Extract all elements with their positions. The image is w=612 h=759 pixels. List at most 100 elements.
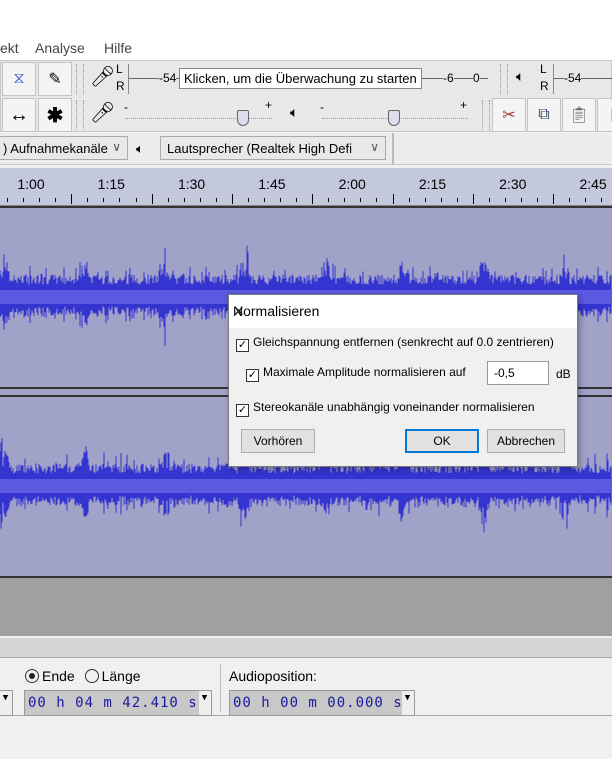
dropdown-arrow-icon[interactable]: ▼ [199, 691, 211, 715]
timeline-ruler[interactable]: 1:00 1:15 1:30 1:45 2:00 2:15 2:30 2:45 [0, 168, 612, 206]
menu-effekt[interactable]: ekt [0, 40, 19, 56]
slider-max-label: + [265, 98, 273, 112]
ruler-label: 2:45 [579, 176, 607, 192]
speaker-icon: 🔈︎ [136, 141, 144, 156]
ruler-tick [55, 198, 57, 202]
copy-button[interactable]: ⧉ [527, 98, 561, 132]
toolbar-grip[interactable] [500, 64, 508, 94]
menu-bar: ekt Analyse Hilfe [0, 36, 612, 60]
divider [220, 664, 221, 712]
radio-selected-icon [25, 669, 39, 683]
meter-tick: 0 [473, 71, 480, 85]
checkmark-icon: ✓ [236, 404, 249, 417]
timeshift-tool-button[interactable]: ↔ [2, 98, 36, 132]
ruler-tick [119, 198, 121, 202]
draw-tool-button[interactable]: ✎ [38, 62, 72, 96]
multi-tool-button[interactable]: ✱ [38, 98, 72, 132]
record-volume-slider[interactable] [126, 118, 272, 119]
ruler-tick [296, 198, 298, 202]
monitoring-tooltip[interactable]: Klicken, um die Überwachung zu starten [179, 68, 422, 89]
playback-volume-thumb[interactable] [388, 110, 400, 126]
ruler-tick [199, 198, 201, 202]
meter-tick: -6 [443, 71, 454, 85]
radio-unselected-icon [84, 669, 99, 683]
ruler-tick [424, 198, 426, 202]
ruler-label: 1:30 [177, 176, 206, 192]
ruler-tick [569, 198, 571, 202]
ruler-tick [135, 198, 137, 202]
divider [392, 133, 394, 165]
ruler-tick [71, 194, 73, 204]
ruler-tick [488, 198, 490, 202]
dropdown-arrow-icon[interactable]: ▼ [0, 691, 12, 715]
chevron-down-icon: ∨ [370, 140, 379, 154]
preview-button[interactable]: Vorhören [241, 429, 315, 453]
scissors-icon: ✂ [502, 107, 516, 124]
playback-device-select[interactable]: Lautsprecher (Realtek High Defi ∨ [160, 136, 386, 160]
paste-button[interactable]: 📋︎ [562, 98, 596, 132]
ruler-tick [264, 198, 266, 202]
ruler-tick [151, 194, 153, 204]
close-icon[interactable]: ✕ [233, 303, 569, 320]
slider-max-label: + [460, 98, 468, 112]
ruler-tick [167, 198, 169, 202]
ruler-tick [87, 198, 89, 202]
dropdown-arrow-icon[interactable]: ▼ [402, 691, 414, 715]
normalize-amplitude-checkbox[interactable]: ✓ Maximale Amplitude normalisieren auf [246, 365, 466, 382]
length-label: Länge [101, 668, 141, 684]
ruler-tick [553, 194, 555, 204]
time-value: 00 h 04 m 42.410 s [28, 695, 198, 711]
ruler-tick [344, 198, 346, 202]
checkmark-icon: ✓ [246, 369, 259, 382]
ok-button[interactable]: OK [405, 429, 479, 453]
ruler-label: 1:15 [97, 176, 125, 192]
trim-button[interactable]: ⫼ [597, 98, 612, 132]
cancel-button[interactable]: Abbrechen [487, 429, 565, 453]
playback-meter[interactable]: -54 [553, 64, 612, 94]
record-volume-thumb[interactable] [237, 110, 249, 126]
waveform-rms [0, 479, 612, 493]
toolbar-grip[interactable] [482, 100, 490, 130]
menu-analyse[interactable]: Analyse [35, 40, 85, 56]
asterisk-icon: ✱ [46, 104, 64, 127]
chevron-down-icon: ∨ [112, 140, 121, 154]
select-value: Lautsprecher (Realtek High Defi [167, 141, 352, 156]
microphone-icon[interactable]: 🎤︎ [90, 64, 115, 89]
dialog-title-bar[interactable]: Normalisieren ✕ [229, 295, 577, 328]
unit-label: dB [556, 367, 571, 381]
selection-start-time[interactable]: s▼ [0, 690, 13, 716]
length-radio[interactable]: Länge [84, 668, 141, 684]
checkbox-label: Maximale Amplitude normalisieren auf [263, 365, 466, 379]
normalize-dialog: Normalisieren ✕ ✓ Gleichspannung entferne… [228, 294, 578, 467]
ruler-tick [280, 198, 282, 202]
end-radio[interactable]: Ende [25, 668, 75, 684]
ruler-tick [472, 194, 474, 204]
ruler-label: 1:45 [258, 176, 286, 192]
audio-position-time[interactable]: 00 h 00 m 00.000 s ▼ [229, 690, 415, 716]
cut-button[interactable]: ✂ [492, 98, 526, 132]
meter-tick: -54 [564, 71, 582, 85]
speaker-icon[interactable]: 🔈︎ [516, 68, 524, 85]
toolbar-grip[interactable] [76, 64, 84, 94]
selection-end-time[interactable]: 00 h 04 m 42.410 s ▼ [24, 690, 212, 716]
horizontal-scrollbar[interactable] [0, 638, 612, 658]
ruler-tick [440, 198, 442, 202]
speaker-icon: 🔈︎ [290, 104, 299, 120]
ruler-tick [408, 198, 410, 202]
amplitude-input[interactable]: -0,5 [487, 361, 549, 385]
ruler-tick [215, 198, 217, 202]
envelope-tool-button[interactable]: ⧖ [2, 62, 36, 96]
menu-hilfe[interactable]: Hilfe [104, 40, 132, 56]
ruler-tick [39, 198, 41, 202]
ruler-tick [601, 198, 603, 202]
meter-right-label: R [116, 79, 125, 93]
meter-tick: -54 [159, 71, 177, 85]
toolbar-grip[interactable] [76, 100, 84, 130]
arrows-horizontal-icon: ↔ [9, 103, 29, 126]
microphone-icon: 🎤︎ [90, 102, 116, 124]
dc-offset-checkbox[interactable]: ✓ Gleichspannung entfernen (senkrecht auf… [236, 335, 554, 352]
recording-channels-select[interactable]: ) Aufnahmekanäle ∨ [0, 136, 128, 160]
ruler-tick [360, 198, 362, 202]
stereo-independent-checkbox[interactable]: ✓ Stereokanäle unabhängig voneinander nor… [236, 400, 535, 417]
meter-left-label: L [116, 62, 123, 76]
